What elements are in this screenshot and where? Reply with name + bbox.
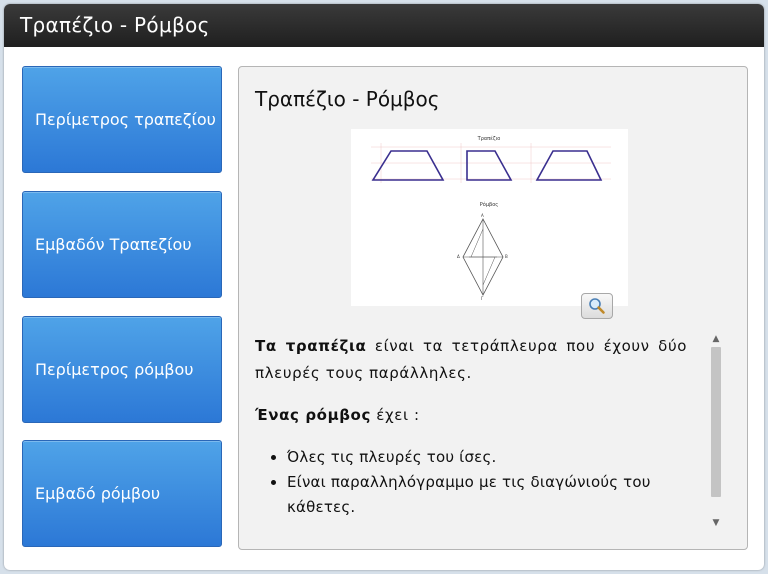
trapezoid-caption: Τραπέζιο bbox=[477, 135, 501, 142]
scroll-down-arrow-icon[interactable]: ▼ bbox=[709, 517, 723, 529]
sidebar-item-label: Εμβαδό ρόμβου bbox=[35, 484, 161, 503]
shapes-figure: Τραπέζιο Ρόμβος Α Β Γ Δ bbox=[351, 129, 628, 306]
content-panel: Τραπέζιο - Ρόμβος Τραπέζιο Ρόμβος Α Β Γ … bbox=[238, 66, 748, 550]
paragraph-trapezoids: Τα τραπέζια είναι τα τετράπλευρα που έχο… bbox=[255, 333, 687, 387]
text-scrollbar[interactable]: ▲ ▼ bbox=[709, 333, 723, 529]
sidebar-item-rhombus-perimeter[interactable]: Περίμετρος ρόμβου bbox=[22, 316, 222, 423]
rhombus-caption: Ρόμβος bbox=[480, 201, 499, 208]
sidebar-item-rhombus-area[interactable]: Εμβαδό ρόμβου bbox=[22, 440, 222, 547]
app-window: Τραπέζιο - Ρόμβος Περίμετρος τραπεζίου Ε… bbox=[4, 4, 764, 570]
sidebar-item-label: Περίμετρος τραπεζίου bbox=[35, 110, 216, 129]
content-title: Τραπέζιο - Ρόμβος bbox=[255, 87, 440, 111]
list-item: Όλες τις πλευρές του ίσες. bbox=[287, 445, 687, 470]
trapezoid-shape bbox=[371, 150, 445, 181]
scroll-up-arrow-icon[interactable]: ▲ bbox=[709, 333, 723, 345]
paragraph-rhombus: Ένας ρόμβος έχει : bbox=[255, 402, 687, 429]
list-item: Είναι παραλληλόγραμμο με τις διαγώνιούς … bbox=[287, 470, 687, 520]
magnifier-icon bbox=[589, 298, 605, 314]
content-text: Τα τραπέζια είναι τα τετράπλευρα που έχο… bbox=[255, 333, 687, 533]
vertex-label: Δ bbox=[457, 254, 460, 259]
sidebar-item-trapezoid-area[interactable]: Εμβαδόν Τραπεζίου bbox=[22, 191, 222, 298]
bold-term: Τα τραπέζια bbox=[255, 337, 367, 355]
vertex-label: Β bbox=[505, 254, 508, 259]
scroll-thumb[interactable] bbox=[711, 347, 721, 497]
window-title: Τραπέζιο - Ρόμβος bbox=[4, 4, 764, 47]
rhombus-properties-list: Όλες τις πλευρές του ίσες. Είναι παραλλη… bbox=[255, 445, 687, 520]
bold-term: Ένας ρόμβος bbox=[255, 406, 371, 424]
sidebar-item-label: Εμβαδόν Τραπεζίου bbox=[35, 235, 192, 254]
paragraph-text: έχει : bbox=[370, 406, 420, 424]
right-trapezoid-shape bbox=[466, 150, 513, 181]
vertex-label: Α bbox=[481, 213, 484, 218]
shapes-illustration: Τραπέζιο Ρόμβος Α Β Γ Δ bbox=[371, 135, 611, 301]
sidebar-item-label: Περίμετρος ρόμβου bbox=[35, 360, 194, 379]
isosceles-trapezoid-shape bbox=[535, 150, 603, 181]
zoom-button[interactable] bbox=[581, 293, 613, 319]
vertex-label: Γ bbox=[481, 296, 484, 301]
sidebar-item-trapezoid-perimeter[interactable]: Περίμετρος τραπεζίου bbox=[22, 66, 222, 173]
